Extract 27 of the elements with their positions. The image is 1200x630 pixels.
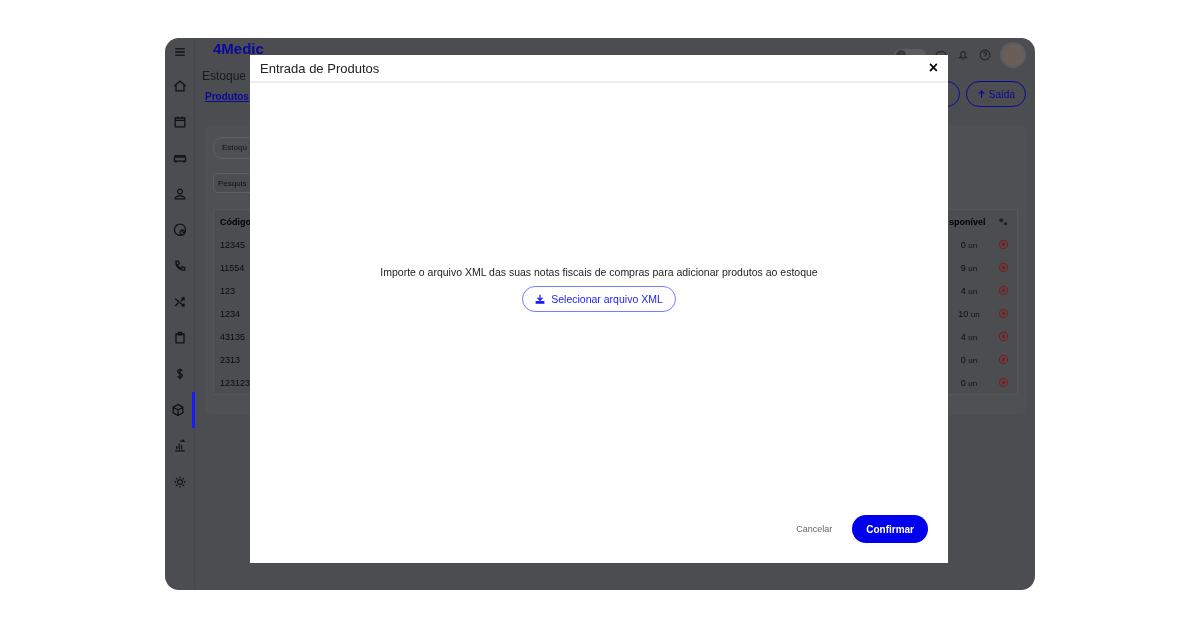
table-cell-text: 1234 bbox=[219, 308, 242, 319]
target-icon[interactable] bbox=[997, 262, 1009, 273]
target-icon[interactable] bbox=[997, 354, 1009, 365]
table-cell-text: 123 bbox=[219, 285, 237, 296]
target-icon[interactable] bbox=[997, 331, 1009, 342]
target-icon[interactable] bbox=[997, 285, 1009, 296]
column-header: Código bbox=[219, 216, 252, 227]
arrow-up-icon bbox=[976, 89, 986, 99]
logo: 4Medic bbox=[213, 41, 264, 56]
target-icon[interactable] bbox=[997, 377, 1009, 388]
cancel-button[interactable]: Cancelar bbox=[790, 523, 839, 535]
dialog-title: Entrada de Produtos bbox=[260, 60, 380, 76]
close-button[interactable]: × bbox=[926, 59, 940, 77]
instruction-text: Importe o arquivo XML das suas notas fiscais de compras para adicionar produtos ao estoque bbox=[380, 266, 818, 278]
select-file-button[interactable]: Selecionar arquivo XML bbox=[522, 286, 676, 312]
confirm-button[interactable]: Confirmar bbox=[852, 515, 928, 543]
table-cell-text: 43135 bbox=[219, 331, 247, 342]
table-cell-text: 11554 bbox=[219, 262, 246, 273]
column-header: sponível bbox=[949, 216, 987, 227]
table-cell-text: 123123 bbox=[219, 377, 252, 388]
download-icon bbox=[535, 294, 546, 304]
avatar[interactable] bbox=[1000, 41, 1026, 68]
table-cell-text: 2313 bbox=[219, 354, 242, 365]
target-icon[interactable] bbox=[997, 308, 1009, 319]
table-cell-text: 12345 bbox=[219, 239, 247, 250]
target-icon[interactable] bbox=[997, 239, 1009, 250]
help-icon[interactable] bbox=[978, 47, 992, 62]
